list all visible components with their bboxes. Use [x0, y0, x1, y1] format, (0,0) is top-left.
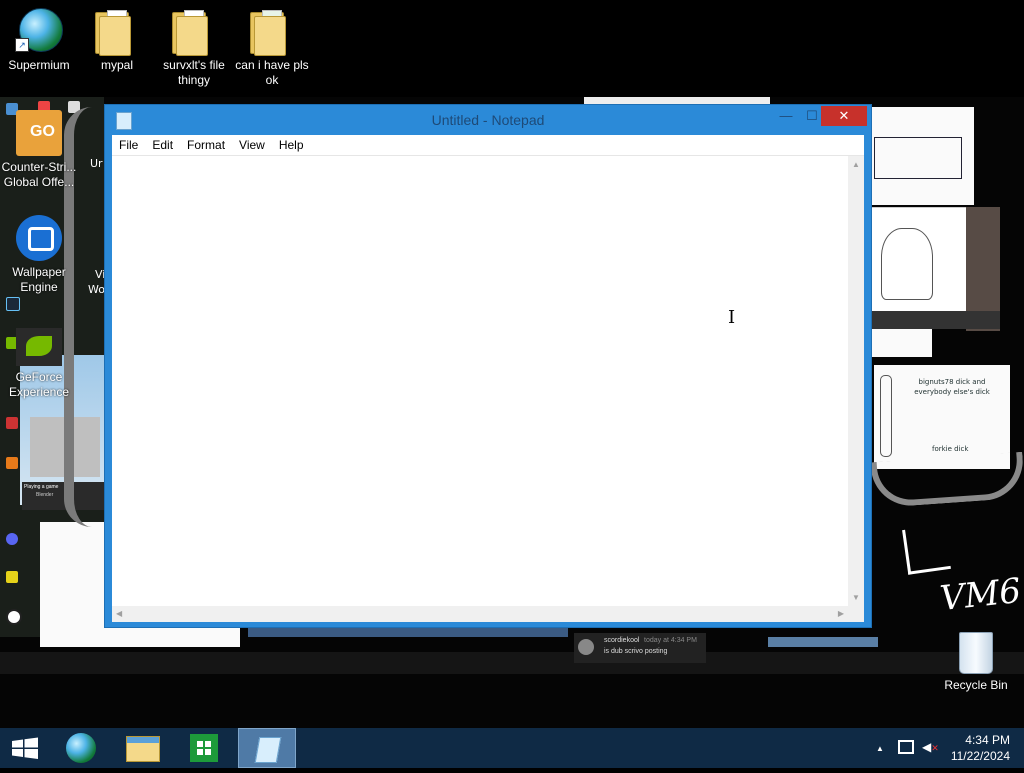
scrollbar-corner — [848, 606, 864, 622]
desktop-icon-label: can i have pls ok — [235, 58, 309, 87]
close-button[interactable]: ✕ — [821, 106, 867, 126]
taskbar-notepad[interactable] — [238, 728, 296, 768]
minimize-button[interactable]: — — [773, 106, 799, 126]
sketch-shape — [880, 375, 892, 457]
desktop-icon-label: Recycle Bin — [944, 678, 1008, 692]
desktop-icon-label: Supermium — [8, 58, 70, 72]
vertical-scrollbar[interactable]: ▲ ▼ — [848, 156, 864, 606]
supermium-browser-icon: ↗ — [15, 6, 63, 54]
text-editor-area[interactable]: ▲ ▼ ◀ ▶ — [112, 156, 864, 622]
file-explorer-icon — [126, 736, 160, 762]
notepad-icon — [254, 737, 282, 763]
horizontal-scrollbar[interactable]: ◀ ▶ — [112, 606, 848, 622]
supermium-browser-icon — [66, 733, 96, 763]
discord-notification: scordiekool today at 4:34 PM is dub scri… — [574, 633, 706, 663]
wallpaper-mini-taskbar — [870, 311, 1000, 329]
clock-date: 11/22/2024 — [950, 749, 1010, 763]
menu-file[interactable]: File — [112, 135, 145, 155]
desktop-icon-label: mypal — [100, 58, 133, 72]
wallpaper-scribble — [870, 451, 1024, 509]
sketch-figure — [881, 228, 933, 300]
wallpaper-embedded-taskbar — [0, 652, 1024, 674]
menu-bar: File Edit Format View Help — [112, 135, 864, 156]
wallpaper-sketch-image — [870, 207, 972, 313]
camera-shape — [28, 227, 54, 251]
discord-mini-icon — [6, 533, 18, 545]
mini-icon — [6, 417, 18, 429]
scroll-up-icon[interactable]: ▲ — [852, 160, 860, 169]
csgo-go-badge: GO — [30, 123, 55, 140]
start-button[interactable] — [0, 728, 56, 768]
sketch-caption-1: bignuts78 dick and everybody else's dick — [914, 378, 990, 396]
sketch-caption-2: forkie dick — [932, 445, 969, 453]
csgo-icon: GO — [16, 110, 62, 156]
desktop-icon-label: Wallpaper Engine — [12, 265, 66, 294]
nvidia-icon — [16, 328, 62, 366]
taskbar-supermium[interactable] — [56, 728, 112, 768]
notification-user: scordiekool — [604, 637, 640, 644]
desktop-icon-can-i-have-folder[interactable]: can i have pls ok — [233, 6, 311, 88]
wallpaper-engine-icon — [16, 215, 62, 261]
tray-overflow-icon[interactable]: ▲ — [876, 744, 884, 753]
desktop-icon-csgo[interactable]: GO Counter-Stri... Global Offe... — [0, 110, 78, 190]
scroll-left-icon[interactable]: ◀ — [116, 609, 122, 618]
desktop-icon-survxlt-folder[interactable]: survxlt's file thingy — [155, 6, 233, 88]
scroll-down-icon[interactable]: ▼ — [852, 593, 860, 602]
desktop-icon-wallpaper-engine[interactable]: Wallpaper Engine — [0, 215, 78, 295]
folder-icon — [170, 6, 218, 56]
desktop-icon-label: GeForce Experience — [8, 370, 70, 399]
taskbar-file-explorer[interactable] — [116, 728, 172, 768]
clock-time: 4:34 PM — [965, 733, 1010, 747]
shortcut-arrow-icon: ↗ — [15, 38, 29, 52]
notification-time: today at 4:34 PM — [644, 637, 697, 644]
wallpaper-drawing — [866, 107, 974, 205]
desktop-icon-label: survxlt's file thingy — [163, 58, 225, 87]
desktop-icon-geforce[interactable]: GeForce Experience — [0, 328, 78, 400]
wallpaper-strip — [248, 627, 568, 637]
desktop-icon-mypal[interactable]: mypal — [78, 6, 156, 73]
mini-icon — [6, 457, 18, 469]
handwritten-vm6: VM6 — [938, 570, 1023, 620]
wallpaper-white-block — [872, 329, 932, 357]
system-clock[interactable]: 4:34 PM 11/22/2024 — [951, 732, 1010, 764]
menu-view[interactable]: View — [232, 135, 272, 155]
menu-format[interactable]: Format — [180, 135, 232, 155]
volume-muted-icon[interactable]: ◀✕ — [922, 740, 939, 754]
menu-edit[interactable]: Edit — [145, 135, 180, 155]
nvidia-eye — [26, 336, 52, 356]
folder-icon — [248, 6, 296, 56]
notepad-titlebar[interactable]: Untitled - Notepad — ☐ ✕ — [105, 105, 871, 135]
scroll-right-icon[interactable]: ▶ — [838, 609, 844, 618]
start-windows-icon — [12, 737, 38, 759]
menu-help[interactable]: Help — [272, 135, 311, 155]
taskbar-store[interactable] — [176, 728, 232, 768]
geometry-dash-mini-icon — [6, 571, 18, 583]
drawing-box — [874, 137, 962, 179]
store-icon — [190, 734, 218, 762]
taskbar: ▲ ◀✕ 4:34 PM 11/22/2024 — [0, 728, 1024, 768]
network-icon[interactable] — [898, 740, 914, 754]
notification-text: is dub scrivo posting — [604, 648, 668, 655]
desktop-icon-label: Counter-Stri... Global Offe... — [1, 160, 77, 189]
recycle-bin-icon — [959, 632, 993, 674]
desktop-icon-supermium[interactable]: ↗ Supermium — [0, 6, 78, 73]
wallpaper-strip — [768, 637, 878, 647]
wallpaper-top-strip — [584, 97, 770, 104]
steam-mini-icon — [6, 297, 20, 311]
folder-icon — [93, 6, 141, 56]
text-cursor-icon: I — [728, 307, 736, 328]
handwritten-arrow — [902, 524, 951, 575]
window-title: Untitled - Notepad — [431, 112, 545, 128]
desktop-icon-recycle-bin[interactable]: Recycle Bin — [938, 632, 1014, 692]
notepad-window[interactable]: Untitled - Notepad — ☐ ✕ File Edit Format V… — [104, 104, 872, 628]
avatar — [578, 639, 594, 655]
ubisoft-mini-icon — [6, 609, 22, 625]
